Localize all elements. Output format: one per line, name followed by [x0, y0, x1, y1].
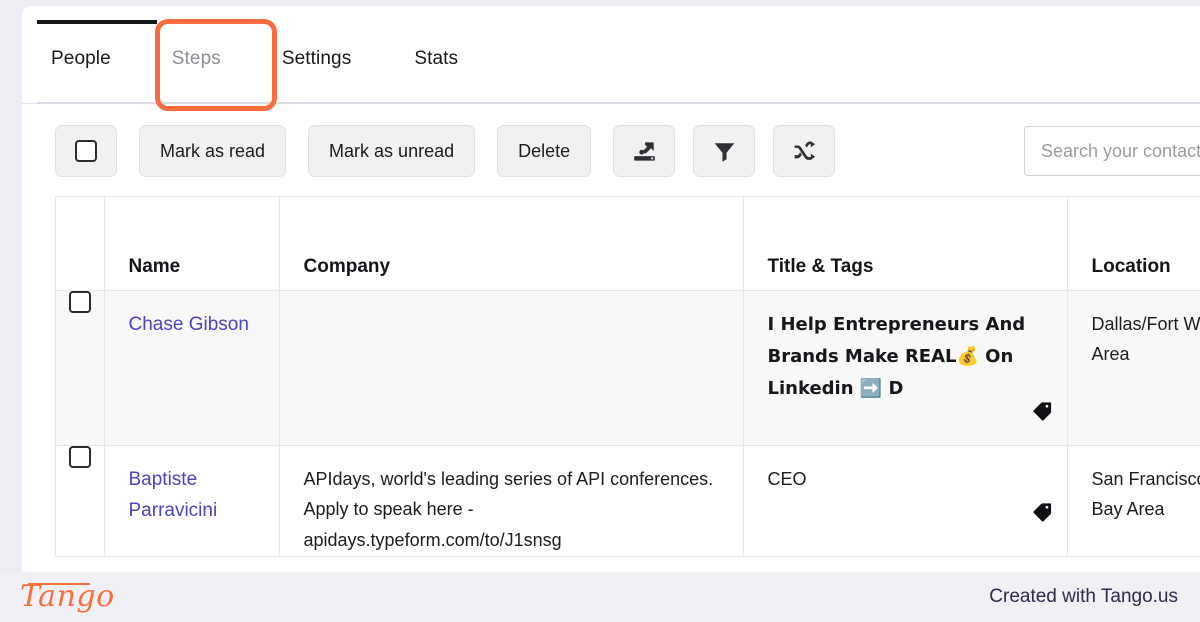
table-header: Name Company Title & Tags Location: [56, 197, 1200, 291]
cell-name: Chase Gibson: [104, 290, 280, 446]
contacts-table-wrapper: Name Company Title & Tags Location Chase…: [55, 196, 1200, 558]
table-header-row: Name Company Title & Tags Location: [56, 197, 1200, 291]
person-link[interactable]: Baptiste Parravicini: [129, 464, 259, 528]
search-input[interactable]: [1024, 126, 1200, 176]
table-row[interactable]: Baptiste Parravicini APIdays, world's le…: [56, 445, 1200, 558]
tango-footer: Tango Created with Tango.us: [0, 572, 1200, 622]
shuffle-icon: [792, 139, 817, 164]
tab-list: People Steps Settings Stats: [22, 34, 458, 70]
column-header-company[interactable]: Company: [279, 197, 744, 291]
column-header-company-label: Company: [303, 255, 391, 277]
table-row[interactable]: Chase Gibson I Help Entrepreneurs And Br…: [56, 290, 1200, 446]
cell-location: Dallas/Fort Worth Area: [1067, 290, 1200, 446]
cell-company: APIdays, world's leading series of API c…: [279, 445, 744, 558]
column-header-select: [56, 197, 105, 291]
table-toolbar: Mark as read Mark as unread Delete: [22, 104, 1200, 196]
location-text: Dallas/Fort Worth Area: [1091, 313, 1200, 365]
column-header-title-tags[interactable]: Title & Tags: [743, 197, 1068, 291]
title-text: CEO: [767, 468, 807, 489]
app-screenshot: People Steps Settings Stats Mark as read…: [0, 0, 1200, 622]
column-header-location[interactable]: Location: [1067, 197, 1200, 291]
export-button[interactable]: [613, 125, 676, 177]
cell-name: Baptiste Parravicini: [104, 445, 280, 558]
tab-people[interactable]: People: [51, 34, 111, 70]
filter-button[interactable]: [693, 125, 756, 177]
tag-icon[interactable]: [1031, 400, 1053, 427]
tab-settings[interactable]: Settings: [282, 34, 351, 70]
filter-icon: [712, 139, 737, 164]
contacts-table: Name Company Title & Tags Location Chase…: [56, 197, 1200, 558]
table-body: Chase Gibson I Help Entrepreneurs And Br…: [56, 290, 1200, 558]
row-select-cell[interactable]: [56, 445, 105, 558]
tango-logo: Tango: [20, 578, 115, 614]
row-select-cell[interactable]: [56, 290, 105, 446]
mark-as-read-button[interactable]: Mark as read: [139, 125, 287, 177]
location-text: San Francisco Bay Area: [1091, 468, 1200, 520]
column-header-title-tags-label: Title & Tags: [767, 255, 874, 277]
title-text: I Help Entrepreneurs And Brands Make REA…: [767, 313, 1026, 399]
column-header-name[interactable]: Name: [104, 197, 280, 291]
company-text: [280, 291, 743, 309]
cell-company: [279, 290, 744, 446]
tab-bar: People Steps Settings Stats: [22, 6, 1200, 111]
tab-stats[interactable]: Stats: [414, 34, 458, 70]
column-header-location-label: Location: [1091, 255, 1171, 277]
select-all-checkbox-icon[interactable]: [75, 140, 97, 162]
tab-steps[interactable]: Steps: [172, 34, 221, 70]
company-text: APIdays, world's leading series of API c…: [303, 468, 714, 551]
cell-title-tags: CEO: [743, 445, 1068, 558]
column-header-name-label: Name: [128, 255, 181, 277]
app-window: People Steps Settings Stats Mark as read…: [22, 6, 1200, 572]
shuffle-button[interactable]: [773, 125, 836, 177]
created-with-note: Created with Tango.us: [989, 586, 1178, 607]
row-checkbox-icon[interactable]: [68, 445, 91, 468]
tag-icon[interactable]: [1031, 501, 1053, 528]
delete-button[interactable]: Delete: [497, 125, 592, 177]
select-all-button[interactable]: [55, 125, 117, 177]
active-tab-indicator: [37, 20, 157, 24]
mark-as-unread-button[interactable]: Mark as unread: [308, 125, 476, 177]
cell-title-tags: I Help Entrepreneurs And Brands Make REA…: [743, 290, 1068, 446]
row-checkbox-icon[interactable]: [68, 290, 91, 313]
export-icon: [632, 139, 657, 164]
cell-location: San Francisco Bay Area: [1067, 445, 1200, 558]
person-link[interactable]: Chase Gibson: [129, 309, 249, 341]
search-box: [1024, 126, 1200, 176]
